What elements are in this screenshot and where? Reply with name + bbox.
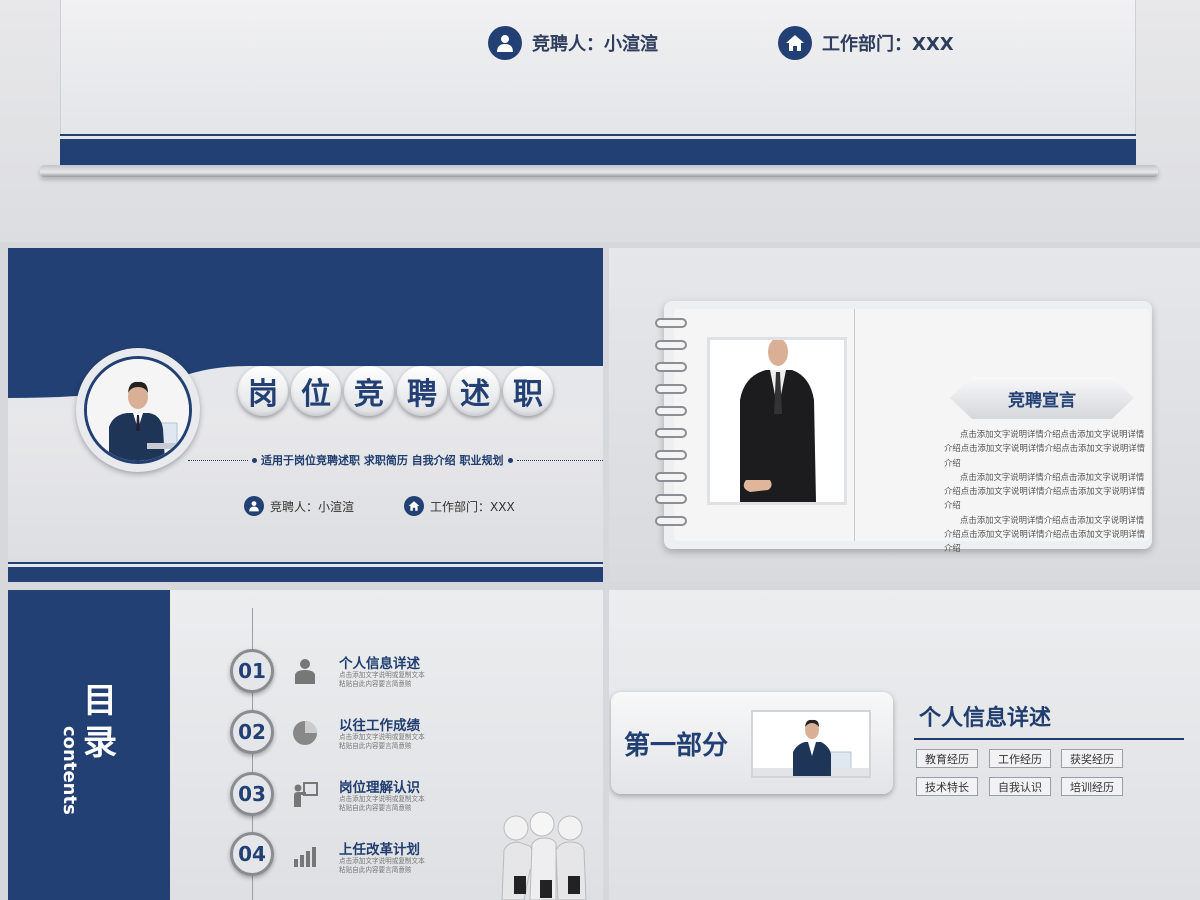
declaration-heading-plate: 竞聘宣言 xyxy=(950,377,1134,419)
item-number: 04 xyxy=(230,832,274,876)
title-char-3: 竞 xyxy=(344,366,394,416)
person-icon xyxy=(488,26,522,60)
contents-title: 目录 xyxy=(83,681,117,763)
section-title: 个人信息详述 xyxy=(919,706,1052,731)
notebook-divider xyxy=(854,309,855,541)
binder-ring xyxy=(655,384,687,394)
presenter-icon xyxy=(294,782,318,807)
section-slide: 第一部分 个人信息详述 教育经历 工作经历 获奖经历 技术特长 自我认识 培训经… xyxy=(609,590,1200,900)
cover-subtitle-row: 适用于岗位竞聘述职 求职简历 自我介绍 职业规划 xyxy=(188,452,603,468)
cover-photo-ring xyxy=(76,348,200,472)
item-title: 个人信息详述 xyxy=(339,656,420,672)
contents-title-en: contents xyxy=(59,726,80,815)
contents-slide: 目录 contents 01 个人信息详述 点击添加文字说明或复制文本粘贴自此内… xyxy=(8,590,603,900)
declaration-paragraph: 点击添加文字说明详情介绍点击添加文字说明详情介绍点击添加文字说明详情介绍点击添加… xyxy=(944,429,1145,468)
item-number: 03 xyxy=(230,772,274,816)
top-department-info: 工作部门：XXX xyxy=(778,26,954,60)
top-slide-navy-band xyxy=(60,136,1136,165)
tag-awards: 获奖经历 xyxy=(1061,749,1123,768)
top-candidate-info: 竞聘人：小渲渲 xyxy=(488,26,658,60)
top-slide-shelf xyxy=(40,165,1158,177)
binder-ring xyxy=(655,516,687,526)
item-title: 上任改革计划 xyxy=(339,842,420,858)
title-char-6: 职 xyxy=(503,366,553,416)
home-icon xyxy=(778,26,812,60)
department-label: 工作部门：XXX xyxy=(822,34,954,55)
cover-bottom-band xyxy=(8,564,603,582)
declaration-heading: 竞聘宣言 xyxy=(1008,390,1076,411)
declaration-text: 点击添加文字说明详情介绍点击添加文字说明详情介绍点击添加文字说明详情介绍点击添加… xyxy=(944,427,1148,556)
item-title: 岗位理解认识 xyxy=(339,780,420,796)
section-photo xyxy=(751,710,871,778)
person-icon xyxy=(295,659,315,684)
cover-candidate-info: 竞聘人：小渲渲 xyxy=(244,496,354,516)
tag-education: 教育经历 xyxy=(916,749,978,768)
item-number: 01 xyxy=(230,649,274,693)
binder-ring xyxy=(655,428,687,438)
person-icon xyxy=(244,496,264,516)
item-desc: 点击添加文字说明或复制文本粘贴自此内容要言简意赅 xyxy=(339,671,425,688)
team-figures-illustration xyxy=(501,811,587,900)
section-card: 第一部分 xyxy=(611,692,893,794)
item-desc: 点击添加文字说明或复制文本粘贴自此内容要言简意赅 xyxy=(339,795,425,812)
binder-ring xyxy=(655,494,687,504)
cover-department-label: 工作部门：XXX xyxy=(430,499,515,514)
section-part-label: 第一部分 xyxy=(624,731,729,761)
tag-training: 培训经历 xyxy=(1061,777,1123,796)
item-title: 以往工作成绩 xyxy=(339,718,420,734)
tag-work: 工作经历 xyxy=(989,749,1051,768)
binder-ring xyxy=(655,362,687,372)
home-icon xyxy=(404,496,424,516)
candidate-label: 竞聘人：小渲渲 xyxy=(532,34,658,55)
declaration-paragraph: 点击添加文字说明详情介绍点击添加文字说明详情介绍点击添加文字说明详情介绍点击添加… xyxy=(944,514,1145,554)
section-title-underline xyxy=(914,738,1184,740)
item-number: 02 xyxy=(230,710,274,754)
binder-ring xyxy=(655,318,687,328)
cover-portrait xyxy=(84,356,192,464)
title-char-4: 聘 xyxy=(397,366,447,416)
binder-ring xyxy=(655,450,687,460)
tag-skills: 技术特长 xyxy=(916,777,978,796)
cover-candidate-label: 竞聘人：小渲渲 xyxy=(270,499,355,514)
cover-department-info: 工作部门：XXX xyxy=(404,496,515,516)
item-desc: 点击添加文字说明或复制文本粘贴自此内容要言简意赅 xyxy=(339,733,425,750)
handshake-photo xyxy=(707,337,847,505)
cover-slide: 岗 位 竞 聘 述 职 适用于岗位竞聘述职 求职简历 自我介绍 职业规划 竞聘人… xyxy=(8,248,603,582)
title-char-5: 述 xyxy=(450,366,500,416)
notebook: 竞聘宣言 点击添加文字说明详情介绍点击添加文字说明详情介绍点击添加文字说明详情介… xyxy=(664,301,1152,553)
binder-ring xyxy=(655,406,687,416)
item-desc: 点击添加文字说明或复制文本粘贴自此内容要言简意赅 xyxy=(339,857,425,874)
binder-ring xyxy=(655,340,687,350)
pie-icon xyxy=(293,721,317,745)
title-char-2: 位 xyxy=(291,366,341,416)
binder-ring xyxy=(655,472,687,482)
top-slide-panel xyxy=(60,0,1136,136)
declaration-paragraph: 点击添加文字说明详情介绍点击添加文字说明详情介绍点击添加文字说明详情介绍点击添加… xyxy=(944,471,1145,511)
bar-chart-icon xyxy=(294,847,316,867)
notebook-slide: 竞聘宣言 点击添加文字说明详情介绍点击添加文字说明详情介绍点击添加文字说明详情介… xyxy=(609,248,1200,582)
title-char-1: 岗 xyxy=(238,366,288,416)
top-slide: 竞聘人：小渲渲 工作部门：XXX xyxy=(0,0,1200,242)
cover-subtitle: 适用于岗位竞聘述职 求职简历 自我介绍 职业规划 xyxy=(261,454,504,467)
tag-self-knowledge: 自我认识 xyxy=(989,777,1051,796)
